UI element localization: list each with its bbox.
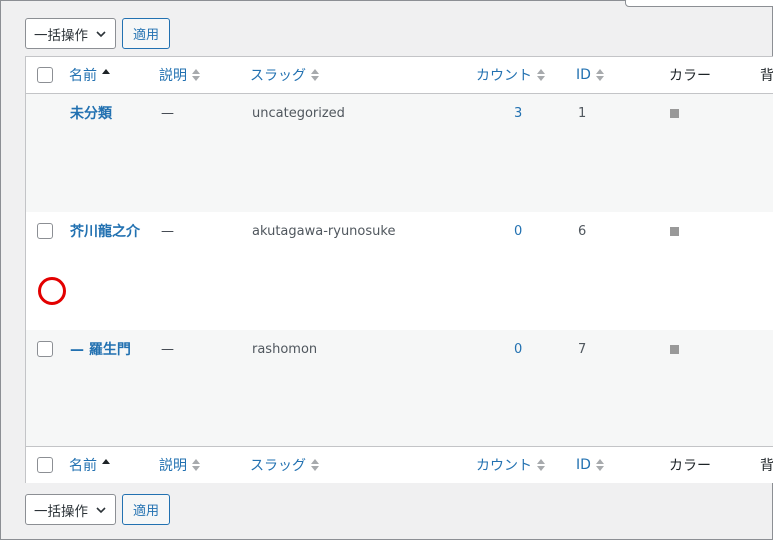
terms-table: 名前 説明 スラッグ カウント ID カラー 背 未分類 — uncategor… xyxy=(25,56,773,483)
sort-icon xyxy=(537,459,545,471)
chevron-down-icon xyxy=(96,506,106,513)
sort-icon xyxy=(595,69,604,81)
column-header-id[interactable]: ID xyxy=(576,67,604,83)
term-description: — xyxy=(161,341,174,357)
term-name-link[interactable]: 芥川龍之介 xyxy=(70,221,140,241)
column-description-label: 説明 xyxy=(159,68,187,84)
row-checkbox[interactable] xyxy=(37,341,53,357)
sort-icon xyxy=(537,69,545,81)
column-footer-description[interactable]: 説明 xyxy=(159,455,200,475)
table-row: 未分類 — uncategorized 3 1 xyxy=(26,94,773,212)
column-header-slug[interactable]: スラッグ xyxy=(250,65,319,85)
column-id-label: ID xyxy=(576,457,591,473)
apply-button-bottom[interactable]: 適用 xyxy=(122,494,170,525)
chevron-down-icon xyxy=(96,30,106,37)
row-checkbox[interactable] xyxy=(37,223,53,239)
term-name-link[interactable]: — 羅生門 xyxy=(70,339,131,359)
term-id: 7 xyxy=(578,341,587,357)
sort-icon xyxy=(311,459,319,471)
color-swatch xyxy=(670,344,679,354)
term-id: 1 xyxy=(578,105,587,121)
color-swatch xyxy=(670,108,679,118)
term-description: — xyxy=(161,105,174,121)
column-header-background: 背 xyxy=(760,68,773,84)
term-slug: rashomon xyxy=(252,341,318,357)
column-header-color: カラー xyxy=(669,68,711,84)
term-count-link[interactable]: 0 xyxy=(514,342,522,357)
term-count-link[interactable]: 3 xyxy=(514,106,522,121)
column-header-count[interactable]: カウント xyxy=(476,65,545,85)
table-row: — 羅生門 — rashomon 0 7 xyxy=(26,330,773,448)
sort-icon xyxy=(102,69,110,81)
tablenav-bottom: 一括操作 適用 xyxy=(25,494,170,525)
column-count-label: カウント xyxy=(476,458,532,474)
column-footer-slug[interactable]: スラッグ xyxy=(250,455,319,475)
column-name-label: 名前 xyxy=(69,68,97,84)
search-box[interactable] xyxy=(625,0,773,7)
column-description-label: 説明 xyxy=(159,458,187,474)
apply-button[interactable]: 適用 xyxy=(122,18,170,49)
term-slug: uncategorized xyxy=(252,105,345,121)
term-count-link[interactable]: 0 xyxy=(514,224,522,239)
table-footer: 名前 説明 スラッグ カウント ID カラー 背 xyxy=(26,446,773,483)
table-header: 名前 説明 スラッグ カウント ID カラー 背 xyxy=(26,57,773,94)
color-swatch xyxy=(670,226,679,236)
term-name-link[interactable]: 未分類 xyxy=(70,103,112,123)
sort-icon xyxy=(311,69,319,81)
column-name-label: 名前 xyxy=(69,458,97,474)
column-header-name[interactable]: 名前 xyxy=(69,65,110,85)
select-all-checkbox-footer[interactable] xyxy=(37,457,53,473)
column-slug-label: スラッグ xyxy=(250,68,306,84)
column-footer-color: カラー xyxy=(669,458,711,474)
sort-icon xyxy=(595,459,604,471)
column-footer-background: 背 xyxy=(760,458,773,474)
column-footer-name[interactable]: 名前 xyxy=(69,455,110,475)
term-slug: akutagawa-ryunosuke xyxy=(252,223,396,239)
sort-icon xyxy=(192,459,200,471)
term-description: — xyxy=(161,223,174,239)
term-id: 6 xyxy=(578,223,587,239)
sort-icon xyxy=(192,69,200,81)
bulk-action-select-bottom[interactable]: 一括操作 xyxy=(25,494,116,525)
column-slug-label: スラッグ xyxy=(250,458,306,474)
bulk-action-label: 一括操作 xyxy=(34,503,88,520)
column-header-description[interactable]: 説明 xyxy=(159,65,200,85)
column-footer-count[interactable]: カウント xyxy=(476,455,545,475)
sort-icon xyxy=(102,459,110,471)
column-footer-id[interactable]: ID xyxy=(576,457,604,473)
tablenav-top: 一括操作 適用 xyxy=(25,18,170,49)
bulk-action-label: 一括操作 xyxy=(34,27,88,44)
column-count-label: カウント xyxy=(476,68,532,84)
column-id-label: ID xyxy=(576,67,591,83)
table-row: 芥川龍之介 — akutagawa-ryunosuke 0 6 xyxy=(26,212,773,330)
bulk-action-select[interactable]: 一括操作 xyxy=(25,18,116,49)
select-all-checkbox[interactable] xyxy=(37,67,53,83)
